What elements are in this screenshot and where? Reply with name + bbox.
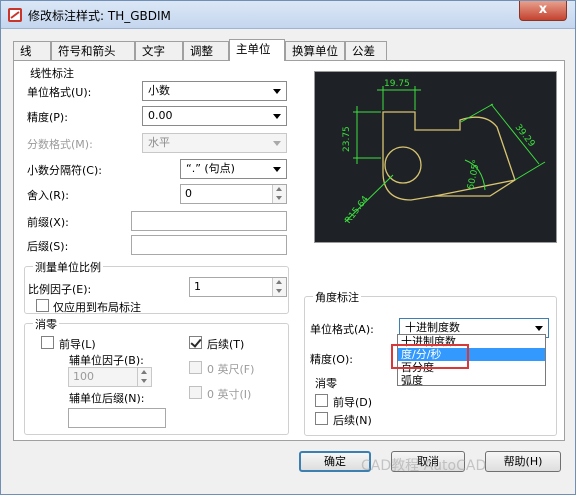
angular-unit-format-value: 十进制度数 [405,321,460,334]
decimal-separator-select[interactable]: “.” (句点) [180,159,287,179]
suffix-input[interactable] [131,235,287,255]
precision-value: 0.00 [148,109,173,122]
dimension-style-dialog: 修改标注样式: TH_GBDIM x 线 符号和箭头 文字 调整 主单位 换算单… [0,0,576,495]
fraction-format-label: 分数格式(M): [27,138,93,151]
measurement-scale-group: 测量单位比例 比例因子(E): 1 仅应用到布局标注 [24,259,289,314]
precision-select[interactable]: 0.00 [142,106,287,126]
angular-zero-heading: 消零 [315,377,337,390]
dim-text: 23.75 [342,126,352,152]
angular-trailing-checkbox[interactable] [315,412,328,425]
zero-inches-label: 0 英寸(I) [207,388,252,401]
linear-heading: 线性标注 [30,67,74,80]
zero-suppression-heading: 消零 [33,316,59,332]
dim-text: 60.05° [466,159,482,191]
highlight-annotation [391,344,469,369]
scale-factor-spinner[interactable] [272,278,286,296]
prefix-input[interactable] [131,211,287,231]
tab-alternate-units[interactable]: 换算单位 [285,41,345,61]
zero-feet-label: 0 英尺(F) [207,363,255,376]
chevron-down-icon [273,114,281,119]
angular-leading-checkbox[interactable] [315,394,328,407]
leading-zero-checkbox[interactable] [41,336,54,349]
close-button[interactable]: x [519,1,567,21]
scale-factor-value: 1 [194,280,201,293]
sub-unit-factor-spinner[interactable] [137,368,151,386]
unit-format-select[interactable]: 小数 [142,81,287,101]
round-off-value: 0 [185,187,192,200]
angular-heading: 角度标注 [313,289,361,305]
app-icon [8,8,22,22]
decimal-separator-value: “.” (句点) [186,162,235,175]
sub-unit-factor-input[interactable]: 100 [68,367,152,387]
unit-format-label: 单位格式(U): [27,86,92,99]
unit-format-value: 小数 [148,84,170,97]
chevron-down-icon [273,167,281,172]
round-off-label: 舍入(R): [27,189,69,202]
layout-only-label: 仅应用到布局标注 [53,301,141,314]
zero-inches-checkbox[interactable] [189,386,202,399]
tab-symbols-arrows[interactable]: 符号和箭头 [51,41,135,61]
zero-feet-checkbox[interactable] [189,361,202,374]
precision-label: 精度(P): [27,111,68,124]
fraction-format-select[interactable]: 水平 [142,133,287,153]
chevron-down-icon [273,89,281,94]
dim-text: 19.75 [384,79,410,89]
sub-unit-factor-label: 辅单位因子(B): [69,354,144,367]
round-off-input[interactable]: 0 [180,184,287,204]
trailing-zero-checkbox[interactable] [189,336,202,349]
preview-drawing: 19.75 23.75 39.29 60.05° R15.64 [342,79,546,226]
prefix-label: 前缀(X): [27,216,69,229]
scale-factor-label: 比例因子(E): [28,283,92,296]
tab-text[interactable]: 文字 [135,41,183,61]
dropdown-option[interactable]: 弧度 [398,374,545,387]
angular-unit-format-label: 单位格式(A): [310,323,374,336]
sub-unit-factor-value: 100 [73,370,94,383]
measurement-scale-heading: 测量单位比例 [33,259,103,275]
chevron-down-icon [535,326,543,331]
tab-tolerances[interactable]: 公差 [345,41,387,61]
sub-unit-suffix-label: 辅单位后缀(N): [69,392,145,405]
decimal-separator-label: 小数分隔符(C): [27,164,102,177]
angular-trailing-label: 后续(N) [333,414,372,427]
fraction-format-value: 水平 [148,136,170,149]
dimension-preview: 19.75 23.75 39.29 60.05° R15.64 [314,71,557,243]
scale-factor-input[interactable]: 1 [189,277,287,297]
help-button[interactable]: 帮助(H) [485,451,561,472]
suffix-label: 后缀(S): [27,240,69,253]
tab-lines[interactable]: 线 [13,41,51,61]
sub-unit-suffix-input[interactable] [68,408,166,428]
angular-leading-label: 前导(D) [333,396,373,409]
tab-primary-units[interactable]: 主单位 [229,39,285,61]
layout-only-checkbox[interactable] [36,299,49,312]
title-bar[interactable]: 修改标注样式: TH_GBDIM x [1,1,575,29]
round-off-spinner[interactable] [272,185,286,203]
chevron-down-icon [273,141,281,146]
watermark: CAD教程 AutoCAD [361,458,487,474]
tab-fit[interactable]: 调整 [183,41,229,61]
trailing-zero-label: 后续(T) [207,338,245,351]
window-title: 修改标注样式: TH_GBDIM [28,9,171,23]
zero-suppression-group: 消零 前导(L) 后续(T) 辅单位因子(B): 100 0 英尺(F) 辅单位… [24,316,289,435]
angular-precision-label: 精度(O): [310,353,353,366]
dim-text: R15.64 [343,194,371,226]
leading-zero-label: 前导(L) [59,338,96,351]
